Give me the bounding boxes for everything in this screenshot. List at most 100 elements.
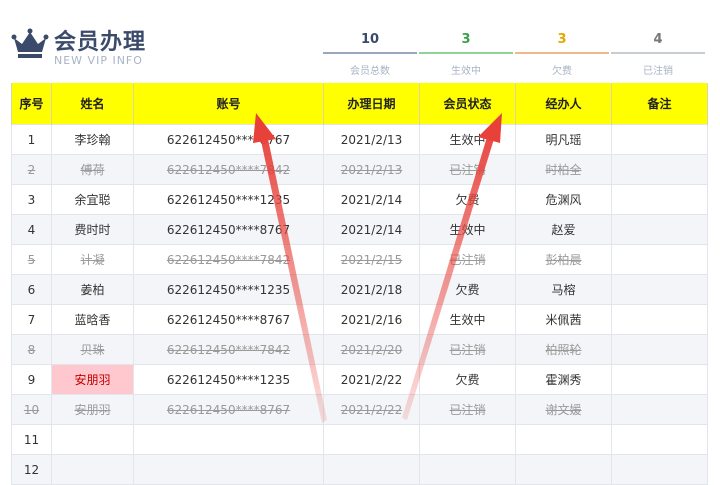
cell-status[interactable]: 已注销 (419, 334, 516, 365)
cell-note[interactable] (611, 184, 708, 215)
cell-note[interactable] (611, 154, 708, 185)
stat-arrears-label: 欠费 (552, 66, 572, 77)
cell-date[interactable]: 2021/2/14 (323, 214, 420, 245)
column-header-handler[interactable]: 经办人 (515, 83, 612, 125)
stat-total: 10 会员总数 (323, 30, 417, 77)
stat-cancelled: 4 已注销 (611, 30, 705, 77)
column-header-no[interactable]: 序号 (11, 83, 52, 125)
stat-active: 3 生效中 (419, 30, 513, 77)
cell-handler[interactable]: 明凡瑶 (515, 124, 612, 155)
cell-name[interactable] (51, 424, 134, 455)
cell-no[interactable]: 9 (11, 364, 52, 395)
cell-name[interactable] (51, 454, 134, 485)
cell-account[interactable]: 622612450****1235 (133, 364, 324, 395)
cell-note[interactable] (611, 304, 708, 335)
cell-note[interactable] (611, 334, 708, 365)
crown-icon (11, 28, 49, 58)
cell-account[interactable]: 622612450****7842 (133, 154, 324, 185)
cell-status[interactable] (419, 424, 516, 455)
cell-note[interactable] (611, 124, 708, 155)
cell-handler[interactable]: 柏照轮 (515, 334, 612, 365)
column-header-name[interactable]: 姓名 (51, 83, 134, 125)
cell-date[interactable] (323, 424, 420, 455)
cell-name[interactable]: 傅荷 (51, 154, 134, 185)
cell-date[interactable]: 2021/2/13 (323, 124, 420, 155)
cell-handler[interactable] (515, 424, 612, 455)
cell-name[interactable]: 余宜聪 (51, 184, 134, 215)
cell-status[interactable]: 生效中 (419, 124, 516, 155)
cell-name[interactable]: 蓝晗香 (51, 304, 134, 335)
cell-account[interactable]: 622612450****7842 (133, 244, 324, 275)
cell-status[interactable]: 已注销 (419, 394, 516, 425)
cell-name[interactable]: 费时时 (51, 214, 134, 245)
cell-no[interactable]: 10 (11, 394, 52, 425)
cell-note[interactable] (611, 364, 708, 395)
cell-no[interactable]: 11 (11, 424, 52, 455)
cell-name[interactable]: 计凝 (51, 244, 134, 275)
cell-note[interactable] (611, 424, 708, 455)
cell-name[interactable]: 贝珠 (51, 334, 134, 365)
cell-handler[interactable] (515, 454, 612, 485)
cell-name-duplicate-highlight[interactable]: 安朋羽 (51, 364, 134, 395)
column-header-account[interactable]: 账号 (133, 83, 324, 125)
cell-account[interactable]: 622612450****7842 (133, 334, 324, 365)
cell-status[interactable]: 欠费 (419, 364, 516, 395)
cell-no[interactable]: 5 (11, 244, 52, 275)
cell-no[interactable]: 4 (11, 214, 52, 245)
cell-status[interactable]: 已注销 (419, 244, 516, 275)
cell-status[interactable]: 生效中 (419, 214, 516, 245)
cell-account[interactable]: 622612450****8767 (133, 124, 324, 155)
column-header-status[interactable]: 会员状态 (419, 83, 516, 125)
cell-note[interactable] (611, 454, 708, 485)
column-header-note[interactable]: 备注 (611, 83, 708, 125)
cell-handler[interactable]: 危渊风 (515, 184, 612, 215)
cell-date[interactable] (323, 454, 420, 485)
stat-arrears-bar (515, 52, 609, 54)
cell-account[interactable]: 622612450****8767 (133, 214, 324, 245)
cell-name[interactable]: 安朋羽 (51, 394, 134, 425)
cell-date[interactable]: 2021/2/15 (323, 244, 420, 275)
cell-note[interactable] (611, 274, 708, 305)
cell-note[interactable] (611, 244, 708, 275)
cell-handler[interactable]: 时柏全 (515, 154, 612, 185)
cell-status[interactable]: 欠费 (419, 274, 516, 305)
cell-handler[interactable]: 霍渊秀 (515, 364, 612, 395)
cell-account[interactable] (133, 424, 324, 455)
cell-no[interactable]: 3 (11, 184, 52, 215)
cell-no[interactable]: 7 (11, 304, 52, 335)
cell-name[interactable]: 姜柏 (51, 274, 134, 305)
cell-date[interactable]: 2021/2/16 (323, 304, 420, 335)
cell-status[interactable] (419, 454, 516, 485)
cell-name[interactable]: 李珍翰 (51, 124, 134, 155)
cell-date[interactable]: 2021/2/18 (323, 274, 420, 305)
cell-no[interactable]: 1 (11, 124, 52, 155)
cell-date[interactable]: 2021/2/20 (323, 334, 420, 365)
cell-note[interactable] (611, 394, 708, 425)
stat-total-value: 10 (360, 32, 380, 47)
cell-handler[interactable]: 彭柏晨 (515, 244, 612, 275)
cell-status[interactable]: 已注销 (419, 154, 516, 185)
cell-date[interactable]: 2021/2/22 (323, 364, 420, 395)
cell-date[interactable]: 2021/2/14 (323, 184, 420, 215)
cell-account[interactable] (133, 454, 324, 485)
cell-account[interactable]: 622612450****1235 (133, 274, 324, 305)
cell-status[interactable]: 欠费 (419, 184, 516, 215)
cell-no[interactable]: 12 (11, 454, 52, 485)
table-row: 3 余宜聪 622612450****1235 2021/2/14 欠费 危渊风 (11, 184, 708, 215)
cell-date[interactable]: 2021/2/22 (323, 394, 420, 425)
cell-note[interactable] (611, 214, 708, 245)
cell-status[interactable]: 生效中 (419, 304, 516, 335)
stat-arrears-value: 3 (557, 32, 567, 47)
column-header-date[interactable]: 办理日期 (323, 83, 420, 125)
cell-account[interactable]: 622612450****8767 (133, 394, 324, 425)
cell-account[interactable]: 622612450****8767 (133, 304, 324, 335)
cell-no[interactable]: 8 (11, 334, 52, 365)
cell-no[interactable]: 2 (11, 154, 52, 185)
cell-handler[interactable]: 谢文媛 (515, 394, 612, 425)
cell-account[interactable]: 622612450****1235 (133, 184, 324, 215)
cell-date[interactable]: 2021/2/13 (323, 154, 420, 185)
cell-handler[interactable]: 马榕 (515, 274, 612, 305)
cell-handler[interactable]: 赵爱 (515, 214, 612, 245)
cell-no[interactable]: 6 (11, 274, 52, 305)
cell-handler[interactable]: 米佩茜 (515, 304, 612, 335)
